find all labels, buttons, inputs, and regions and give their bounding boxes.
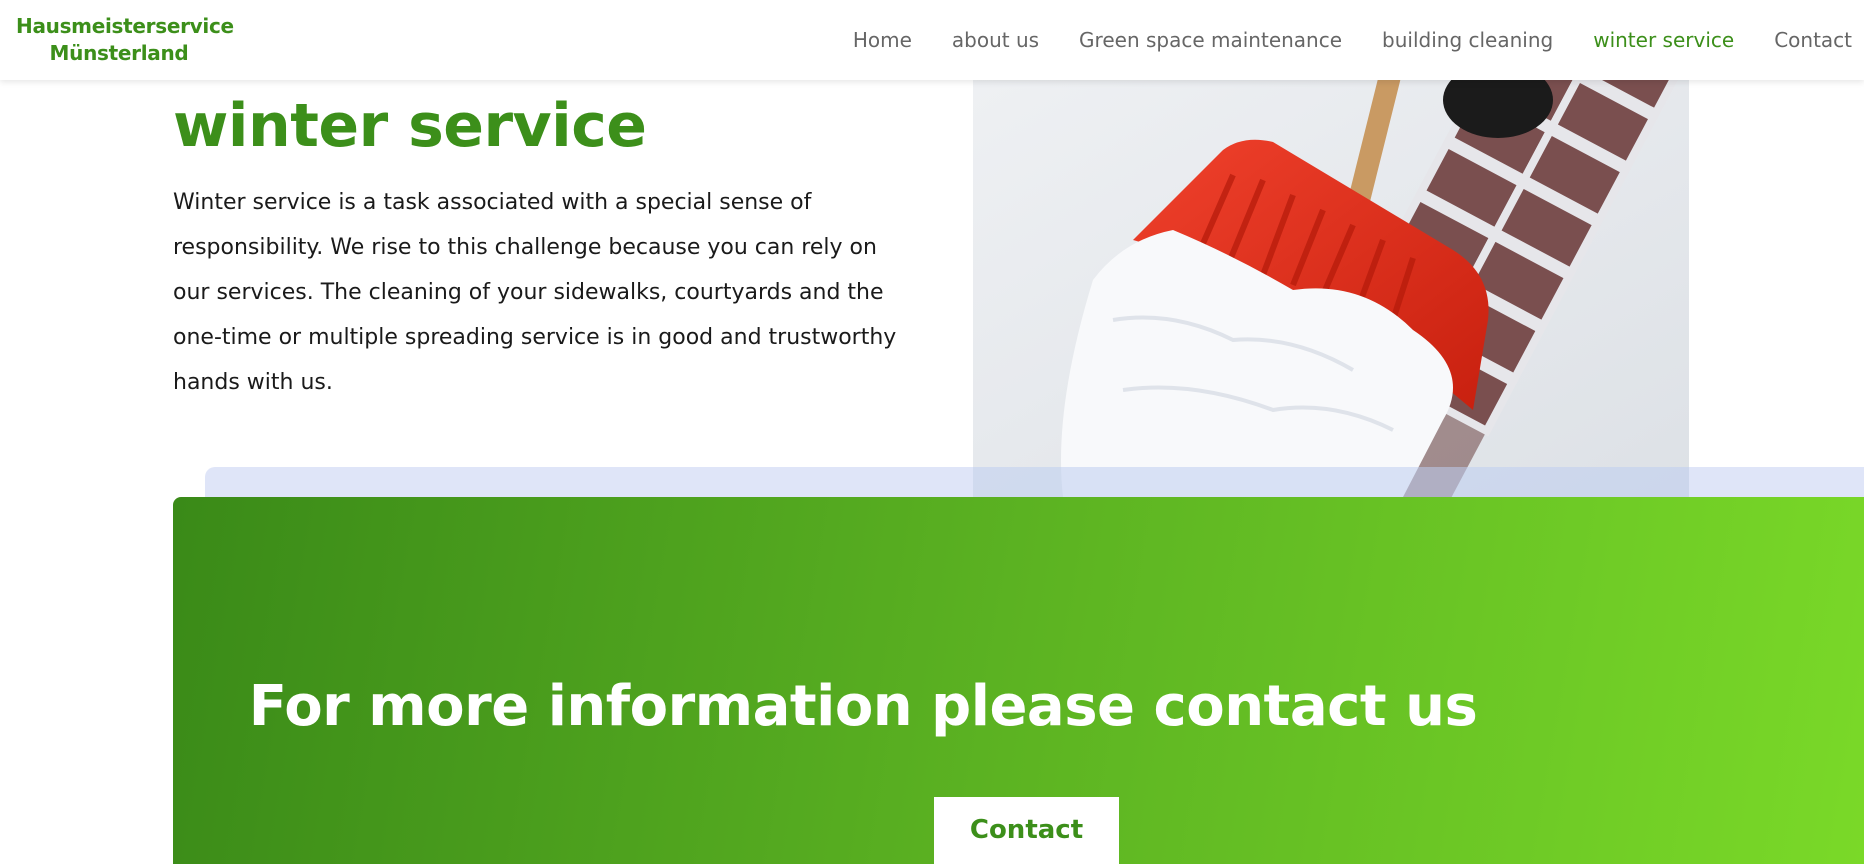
logo-line-2: Münsterland <box>49 41 189 65</box>
nav-item-winter-service[interactable]: winter service <box>1593 28 1734 52</box>
nav-item-green-space-maintenance[interactable]: Green space maintenance <box>1079 28 1342 52</box>
main-nav: Home about us Green space maintenance bu… <box>853 0 1852 80</box>
snow-shovel-image <box>973 80 1689 497</box>
cta-title: For more information please contact us <box>248 674 1478 739</box>
nav-item-home[interactable]: Home <box>853 28 912 52</box>
contact-cta-section: For more information please contact us C… <box>173 497 1864 864</box>
intro-paragraph: Winter service is a task associated with… <box>173 190 897 395</box>
nav-item-building-cleaning[interactable]: building cleaning <box>1382 28 1553 52</box>
image-overlay-band <box>973 467 1689 497</box>
contact-button[interactable]: Contact <box>934 797 1119 864</box>
nav-item-about-us[interactable]: about us <box>952 28 1039 52</box>
page-title: winter service <box>173 91 647 161</box>
site-logo[interactable]: Hausmeisterservice Münsterland <box>16 13 234 67</box>
logo-line-1: Hausmeisterservice <box>16 14 234 38</box>
nav-item-contact[interactable]: Contact <box>1774 28 1852 52</box>
site-header: Hausmeisterservice Münsterland Home abou… <box>0 0 1864 80</box>
